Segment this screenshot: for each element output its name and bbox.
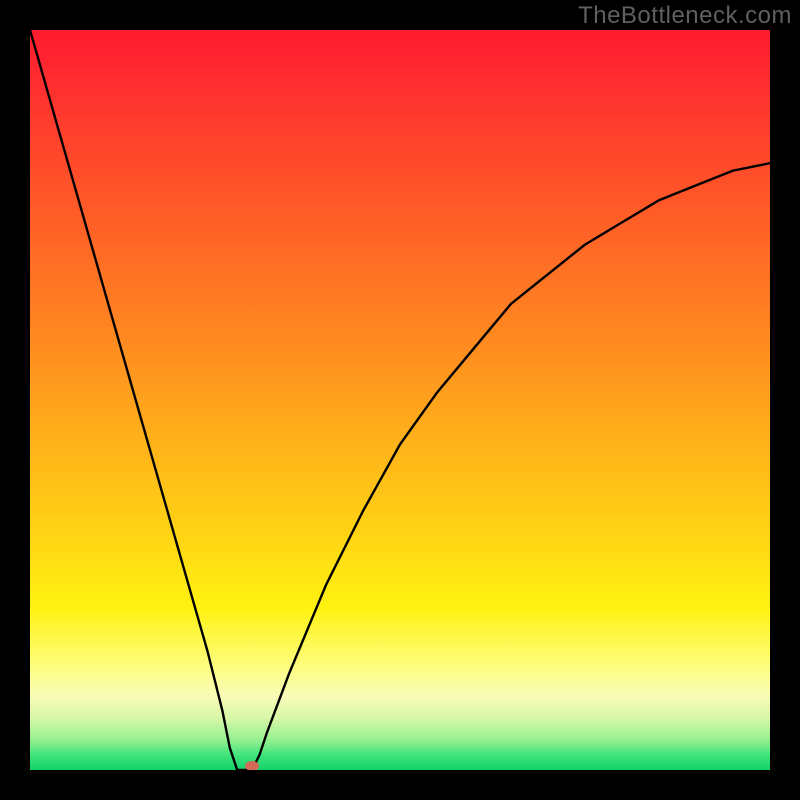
bottleneck-curve-svg [30,30,770,770]
chart-frame: TheBottleneck.com [0,0,800,800]
bottleneck-curve-path [30,30,770,770]
watermark-text: TheBottleneck.com [578,2,792,30]
plot-area [30,30,770,770]
